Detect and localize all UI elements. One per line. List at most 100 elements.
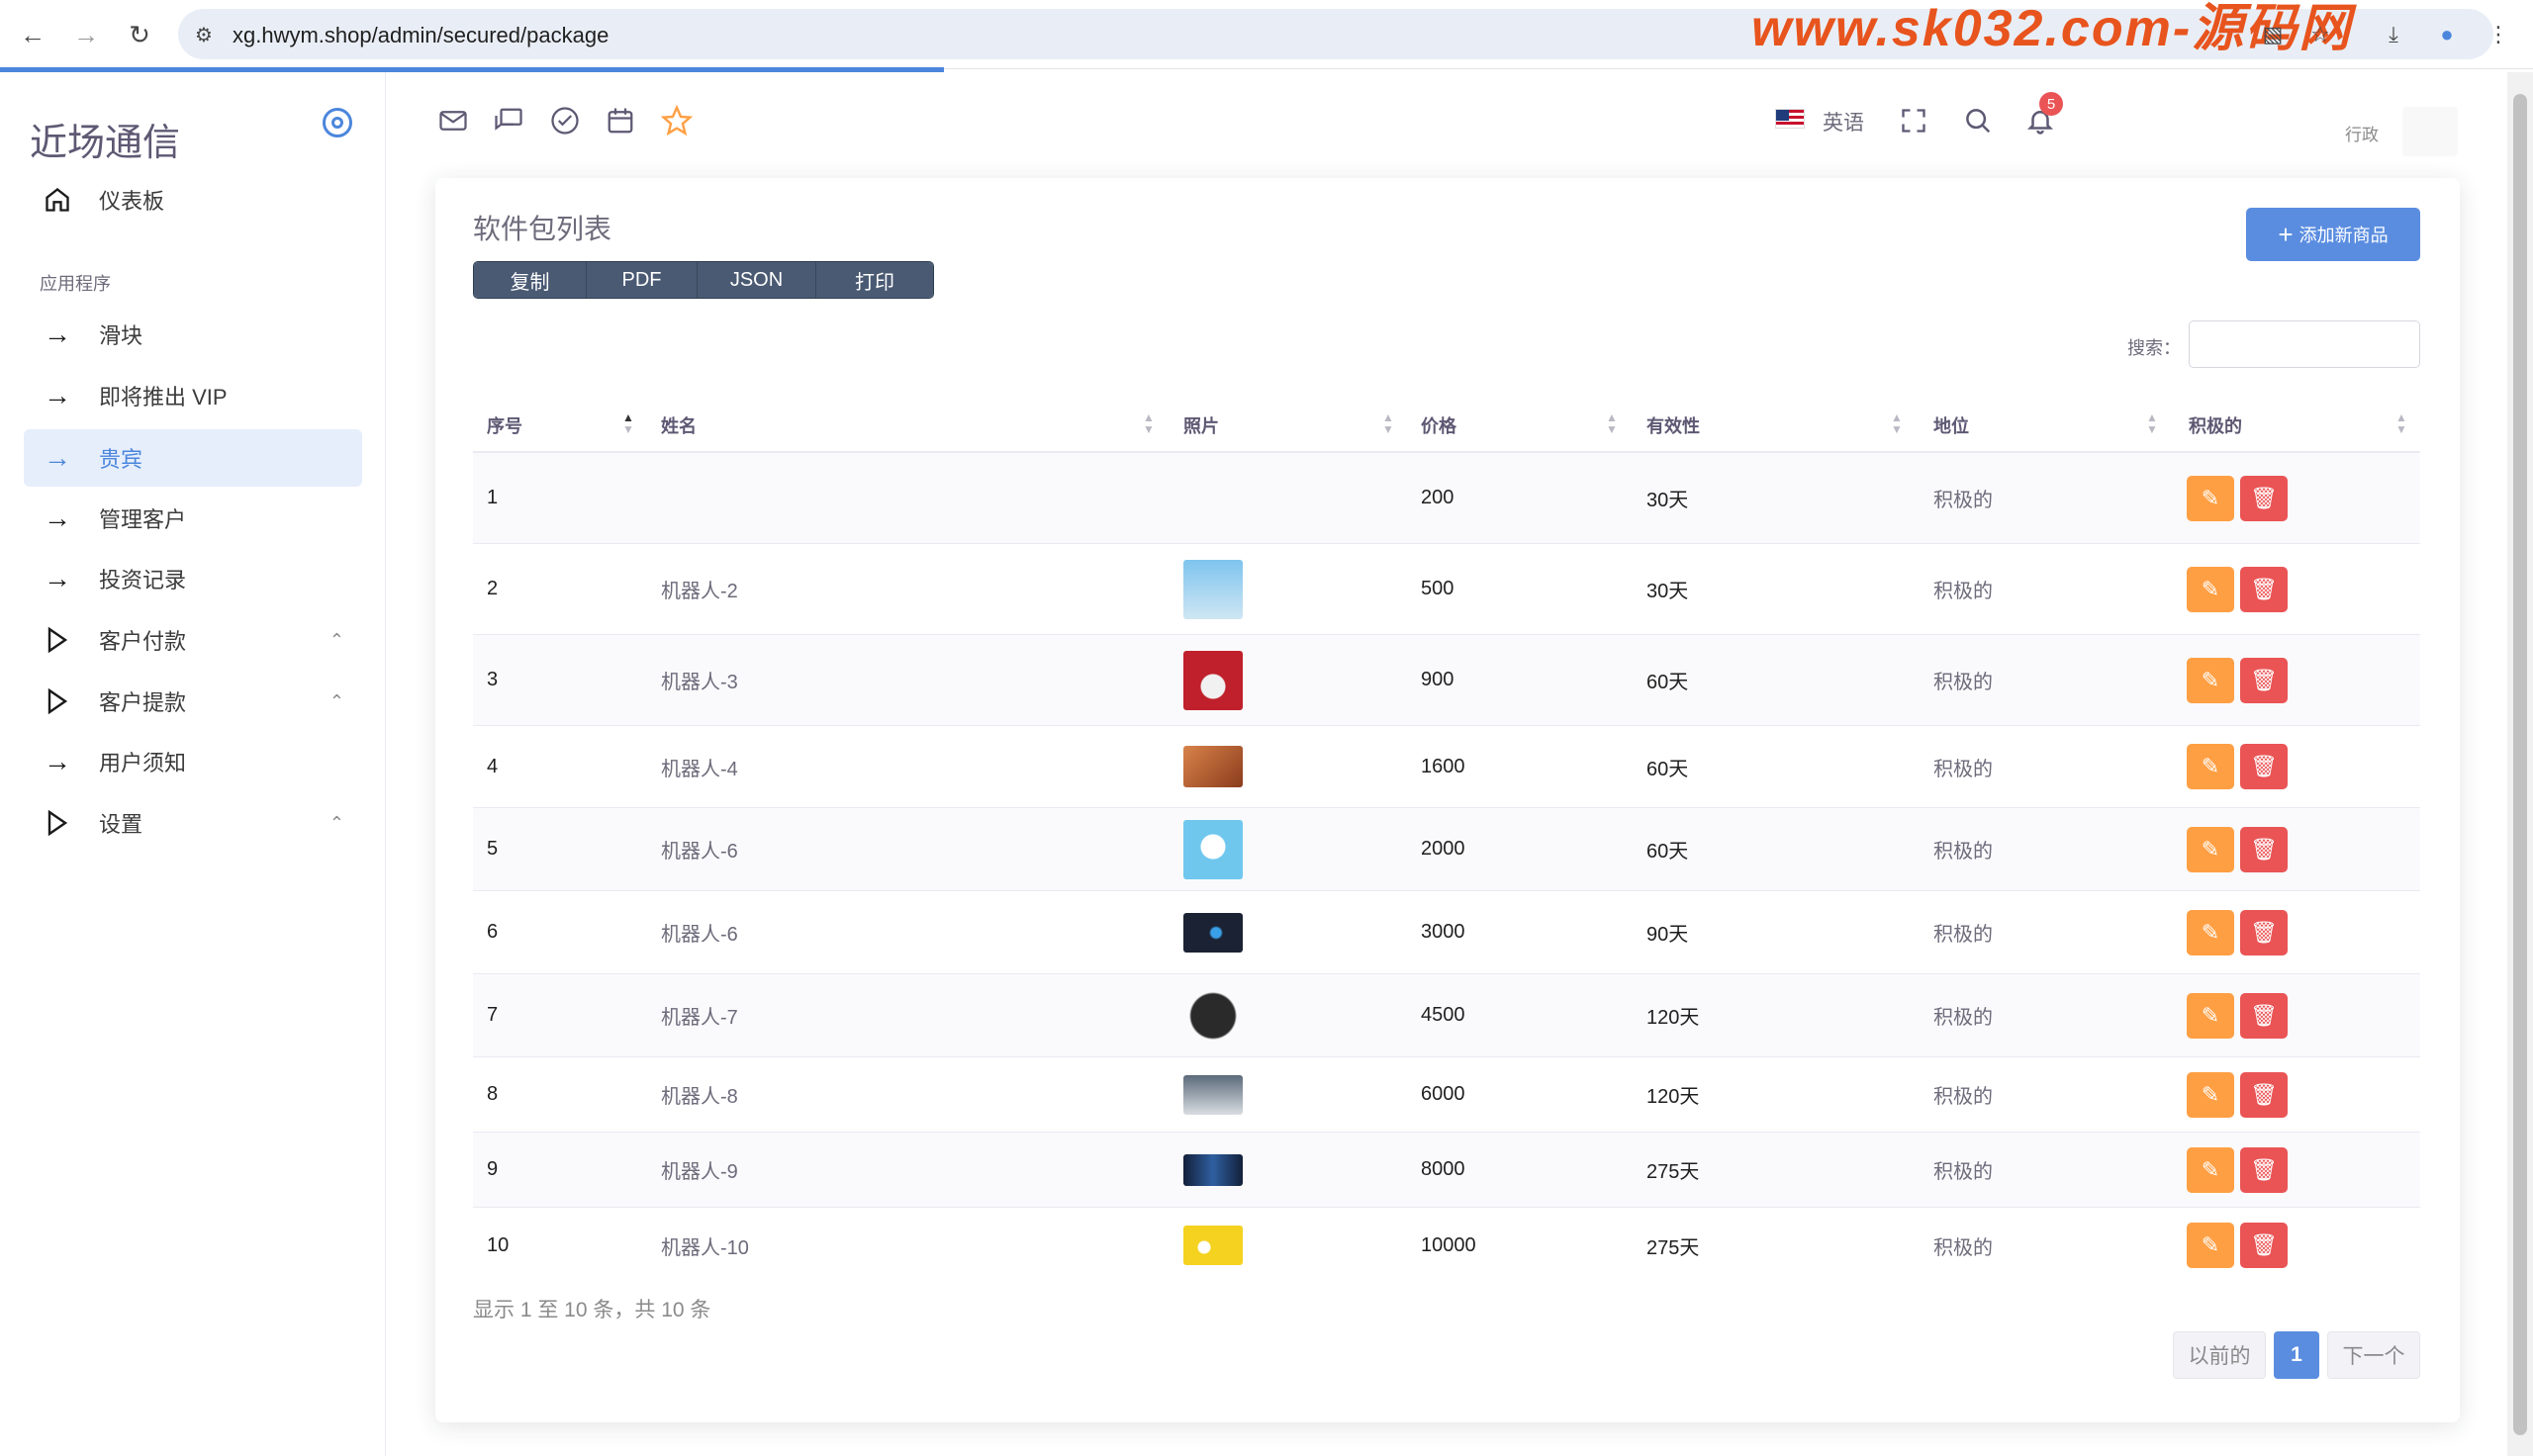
url-text[interactable]: xg.hwym.shop/admin/secured/package (233, 23, 609, 48)
robot-thumbnail[interactable] (1183, 650, 1243, 710)
robot-thumbnail[interactable] (1183, 985, 1243, 1046)
print-button[interactable]: 打印 (816, 262, 933, 298)
cell-validity: 275天 (1646, 1236, 1700, 1259)
sidebar-item-dashboard[interactable]: 仪表板 (24, 171, 362, 228)
cell-photo (1183, 726, 1243, 807)
star-icon[interactable] (659, 103, 695, 138)
brand-name[interactable]: 近场通信 (30, 112, 180, 166)
calendar-icon[interactable] (603, 103, 638, 138)
robot-thumbnail[interactable] (1183, 1153, 1243, 1186)
search-input[interactable] (2189, 320, 2420, 368)
cell-status: 积极的 (1933, 758, 1993, 780)
delete-button[interactable]: 🗑 (2240, 909, 2288, 956)
page-scrollbar[interactable] (2507, 72, 2533, 1456)
column-header-price[interactable]: 价格 (1421, 398, 1456, 453)
sidebar-item-coming-vip[interactable]: → 即将推出 VIP (24, 367, 362, 424)
robot-thumbnail[interactable] (1183, 819, 1243, 879)
delete-button[interactable]: 🗑 (2240, 1146, 2288, 1193)
column-header-photo[interactable]: 照片 (1183, 398, 1219, 453)
edit-button[interactable]: ✎ (2187, 1223, 2234, 1268)
user-role[interactable]: 行政 (2345, 121, 2379, 145)
bookmark-star-icon[interactable]: ☆ (2305, 20, 2335, 49)
us-flag-icon[interactable] (1775, 109, 1805, 129)
sort-icon[interactable]: ▲ ▼ (1605, 411, 1619, 435)
chat-icon[interactable] (491, 103, 526, 138)
delete-button[interactable]: 🗑 (2240, 1071, 2288, 1118)
sort-icon[interactable]: ▲ ▼ (2394, 411, 2408, 435)
edit-button[interactable]: ✎ (2187, 475, 2234, 521)
column-header-status[interactable]: 地位 (1933, 398, 1969, 453)
sidebar-item-customer-payments[interactable]: 客户付款 ⌃ (24, 611, 362, 669)
column-header-validity[interactable]: 有效性 (1646, 398, 1700, 453)
back-icon[interactable]: ← (16, 18, 49, 51)
cell-name: 机器人-9 (661, 1161, 738, 1183)
column-header-active[interactable]: 积极的 (2189, 398, 2242, 453)
edit-button[interactable]: ✎ (2187, 1146, 2234, 1193)
cell-status: 积极的 (1933, 924, 1993, 946)
pagination-page-1[interactable]: 1 (2274, 1331, 2319, 1379)
robot-thumbnail[interactable] (1183, 1074, 1243, 1115)
delete-button[interactable]: 🗑 (2240, 826, 2288, 872)
browser-menu-icon[interactable]: ⋮ (2484, 20, 2513, 49)
edit-button[interactable]: ✎ (2187, 992, 2234, 1039)
edit-button[interactable]: ✎ (2187, 1071, 2234, 1118)
sort-icon[interactable]: ▲ ▼ (1381, 411, 1395, 435)
profile-icon[interactable]: ● (2432, 20, 2462, 49)
arrow-right-icon: → (44, 563, 71, 593)
fullscreen-icon[interactable] (1896, 103, 1931, 138)
cell-status: 积极的 (1933, 1236, 1993, 1259)
edit-button[interactable]: ✎ (2187, 744, 2234, 789)
sort-icon[interactable]: ▲ ▼ (621, 411, 635, 435)
sidebar-item-investment-records[interactable]: → 投资记录 (24, 550, 362, 607)
cell-validity: 90天 (1646, 924, 1689, 946)
mail-icon[interactable] (435, 103, 471, 138)
sidebar-item-settings[interactable]: 设置 ⌃ (24, 794, 362, 852)
robot-thumbnail[interactable] (1183, 912, 1243, 953)
sidebar-item-user-notice[interactable]: → 用户须知 (24, 733, 362, 790)
robot-thumbnail[interactable] (1183, 559, 1243, 619)
delete-button[interactable]: 🗑 (2240, 475, 2288, 521)
sidebar-item-vip[interactable]: → 贵宾 (24, 429, 362, 487)
edit-button[interactable]: ✎ (2187, 566, 2234, 612)
robot-thumbnail[interactable] (1183, 746, 1243, 787)
sidebar-item-customer-withdrawals[interactable]: 客户提款 ⌃ (24, 673, 362, 730)
edit-button[interactable]: ✎ (2187, 826, 2234, 872)
sort-icon[interactable]: ▲ ▼ (1890, 411, 1904, 435)
edit-button[interactable]: ✎ (2187, 657, 2234, 703)
copy-button[interactable]: 复制 (474, 262, 587, 298)
sidebar-item-manage-customers[interactable]: → 管理客户 (24, 490, 362, 547)
pagination-prev-button[interactable]: 以前的 (2173, 1331, 2266, 1379)
translate-icon[interactable]: ▧ (2258, 20, 2288, 49)
table-row: 5 机器人-6 2000 60天 积极的 ✎ 🗑 (473, 808, 2420, 891)
download-icon[interactable]: ⤓ (2379, 20, 2408, 49)
delete-button[interactable]: 🗑 (2240, 744, 2288, 789)
site-settings-icon[interactable]: ⚙ (190, 21, 218, 48)
search-icon[interactable] (1960, 103, 1996, 138)
sidebar-item-slider[interactable]: → 滑块 (24, 306, 362, 363)
avatar[interactable] (2402, 107, 2458, 156)
column-header-id[interactable]: 序号 (487, 398, 522, 453)
language-selector[interactable]: 英语 (1823, 107, 1864, 136)
column-header-name[interactable]: 姓名 (661, 398, 697, 453)
delete-button[interactable]: 🗑 (2240, 566, 2288, 612)
edit-button[interactable]: ✎ (2187, 909, 2234, 956)
scrollbar-thumb[interactable] (2513, 94, 2527, 1435)
json-button[interactable]: JSON (698, 262, 816, 298)
cell-photo (1183, 974, 1243, 1056)
check-circle-icon[interactable] (547, 103, 583, 138)
robot-thumbnail[interactable] (1183, 1226, 1243, 1265)
table-row: 6 机器人-6 3000 90天 积极的 ✎ 🗑 (473, 891, 2420, 974)
delete-button[interactable]: 🗑 (2240, 992, 2288, 1039)
sort-icon[interactable]: ▲ ▼ (2145, 411, 2159, 435)
reload-icon[interactable]: ↻ (123, 18, 156, 51)
delete-button[interactable]: 🗑 (2240, 1223, 2288, 1268)
cell-actions: ✎ 🗑 (2187, 974, 2288, 1056)
pdf-button[interactable]: PDF (587, 262, 698, 298)
cell-price: 900 (1421, 669, 1454, 690)
pagination-next-button[interactable]: 下一个 (2327, 1331, 2420, 1379)
sidebar-toggle-icon[interactable] (323, 108, 352, 137)
add-new-item-button[interactable]: + 添加新商品 (2246, 208, 2420, 261)
forward-icon[interactable]: → (69, 18, 103, 51)
delete-button[interactable]: 🗑 (2240, 657, 2288, 703)
sort-icon[interactable]: ▲ ▼ (1142, 411, 1156, 435)
